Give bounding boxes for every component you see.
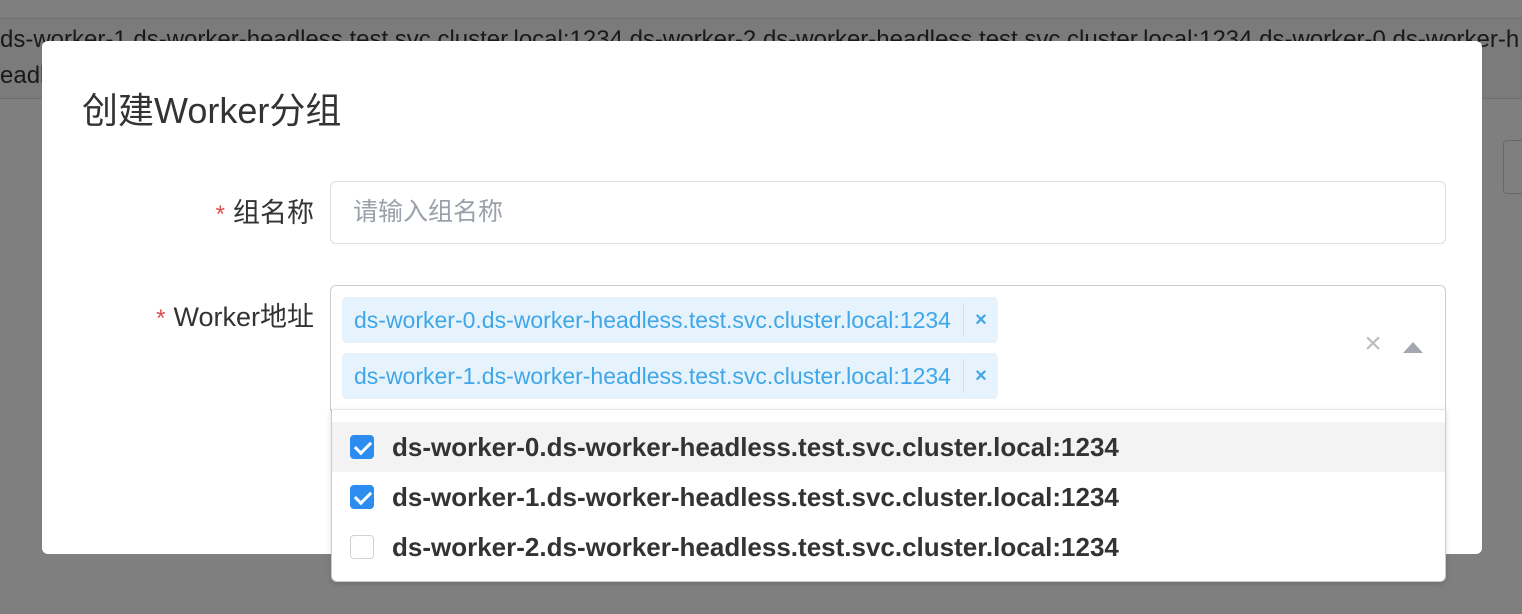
worker-address-label-text: Worker地址: [173, 302, 314, 332]
tag-remove-icon[interactable]: ×: [964, 309, 998, 332]
group-name-input[interactable]: [330, 181, 1446, 244]
checkbox-icon[interactable]: [350, 535, 374, 559]
checkbox-icon[interactable]: [350, 435, 374, 459]
group-name-label-text: 组名称: [233, 198, 314, 228]
selected-tag: ds-worker-1.ds-worker-headless.test.svc.…: [342, 353, 998, 399]
required-mark: *: [215, 201, 225, 228]
worker-address-label: * Worker地址: [84, 299, 314, 337]
dropdown-option-label: ds-worker-1.ds-worker-headless.test.svc.…: [392, 481, 1119, 512]
selected-tag-label: ds-worker-0.ds-worker-headless.test.svc.…: [354, 307, 951, 333]
worker-address-select[interactable]: ds-worker-0.ds-worker-headless.test.svc.…: [330, 285, 1446, 411]
dropdown-option[interactable]: ds-worker-2.ds-worker-headless.test.svc.…: [332, 522, 1445, 572]
required-mark: *: [156, 305, 166, 332]
selected-tag: ds-worker-0.ds-worker-headless.test.svc.…: [342, 297, 998, 343]
dropdown-option[interactable]: ds-worker-0.ds-worker-headless.test.svc.…: [332, 422, 1445, 472]
checkbox-icon[interactable]: [350, 485, 374, 509]
dropdown-option[interactable]: ds-worker-1.ds-worker-headless.test.svc.…: [332, 472, 1445, 522]
selected-tag-label: ds-worker-1.ds-worker-headless.test.svc.…: [354, 363, 951, 389]
modal-title: 创建Worker分组: [82, 90, 342, 131]
tag-remove-icon[interactable]: ×: [964, 365, 998, 388]
group-name-label: * 组名称: [84, 195, 314, 233]
dropdown-option-label: ds-worker-0.ds-worker-headless.test.svc.…: [392, 431, 1119, 462]
worker-address-dropdown: ds-worker-0.ds-worker-headless.test.svc.…: [331, 409, 1446, 582]
dropdown-option-label: ds-worker-2.ds-worker-headless.test.svc.…: [392, 531, 1119, 562]
caret-up-icon[interactable]: [1403, 342, 1423, 353]
clear-all-icon[interactable]: ×: [1361, 329, 1385, 359]
